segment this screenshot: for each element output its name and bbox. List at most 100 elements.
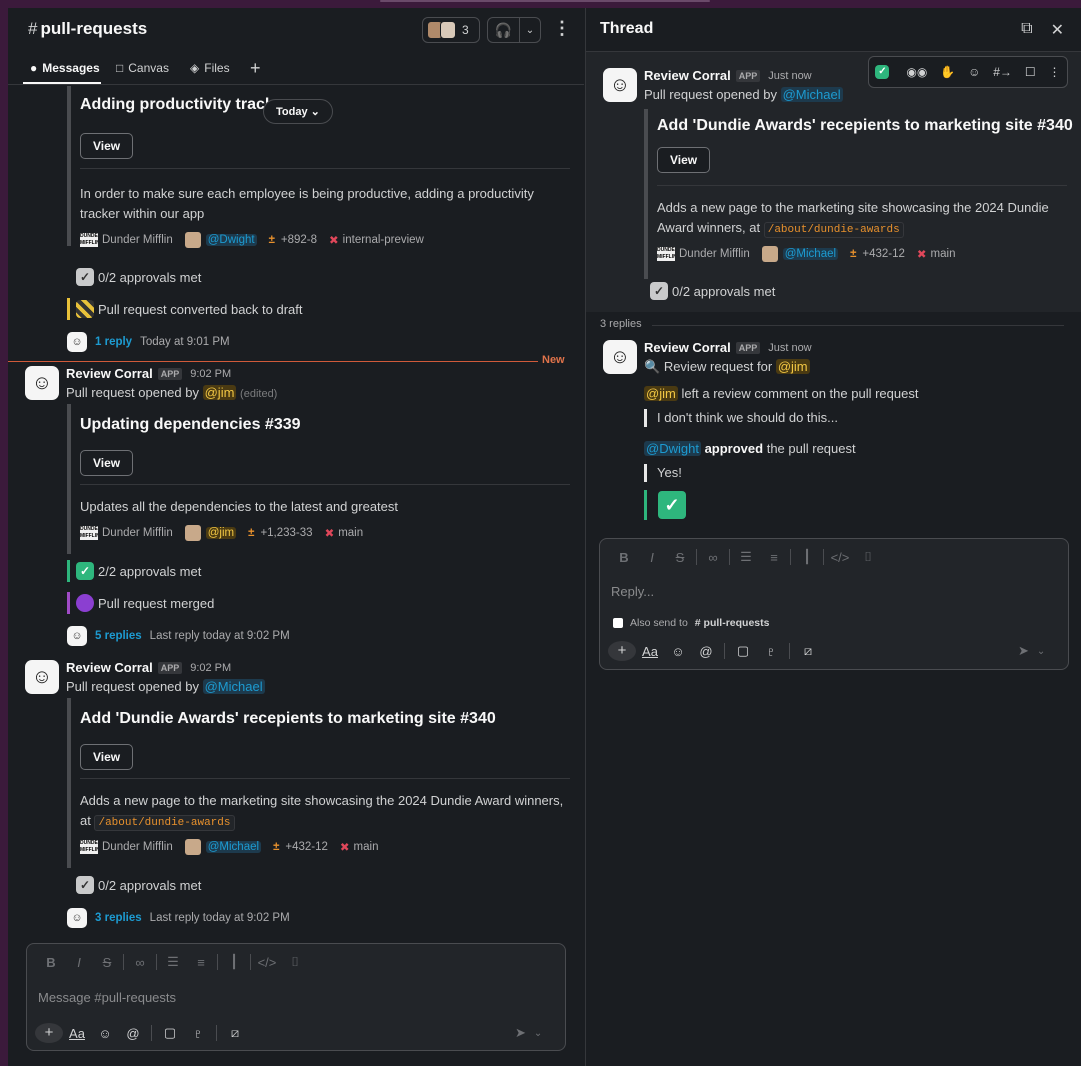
thread-title: Thread [600,20,654,37]
author-mention[interactable]: @Michael [782,248,839,260]
avatar [184,525,201,541]
code-block-icon[interactable]: ⌷ [854,549,882,565]
replies-link[interactable]: 1 reply [95,336,132,348]
user-mention[interactable]: @jim [775,359,810,374]
message-input[interactable]: Message #pull-requests [38,990,176,1005]
code-snippet: /about/dundie-awards [94,815,235,831]
more-options-icon[interactable]: ⋮ [553,18,571,39]
timestamp[interactable]: Just now [768,70,811,82]
user-mention[interactable]: @Michael [780,87,843,102]
thread-replies[interactable]: ☺ 3 replies Last reply today at 9:02 PM [67,908,290,928]
reply-input[interactable]: Reply... [611,584,654,599]
link-icon[interactable]: ∞ [699,550,727,565]
strikethrough-icon[interactable]: S [666,550,694,565]
huddle-button[interactable]: 🎧 ⌄ [487,17,541,43]
code-icon[interactable]: </> [826,550,854,565]
add-icon[interactable]: + [608,641,636,661]
view-button[interactable]: View [80,133,134,159]
also-send-option[interactable]: Also send to # pull-requests [613,617,769,629]
sender-name[interactable]: Review Corral APP Just now [644,68,812,83]
app-badge: APP [735,341,761,354]
ordered-list-icon[interactable]: ☰ [732,549,760,565]
author-mention[interactable]: @Michael [205,841,262,853]
video-icon[interactable]: ▢ [729,643,757,659]
microphone-icon[interactable]: ♇ [757,644,785,659]
replies-link[interactable]: 5 replies [95,630,142,642]
close-icon[interactable]: ✕ [1051,20,1064,40]
author-mention[interactable]: @jim [205,527,237,539]
date-divider-pill[interactable]: Today ⌄ [263,99,333,124]
author-mention[interactable]: @Dwight [205,234,257,246]
code-icon[interactable]: </> [253,955,281,970]
microphone-icon[interactable]: ♇ [184,1026,212,1041]
bold-icon[interactable]: B [37,955,65,970]
bulleted-list-icon[interactable]: ≡ [760,550,788,565]
italic-icon[interactable]: I [65,955,93,970]
text-format-icon[interactable]: Aa [63,1026,91,1041]
italic-icon[interactable]: I [638,550,666,565]
title-drag-bar[interactable] [380,0,710,2]
text-format-icon[interactable]: Aa [636,644,664,659]
view-button[interactable]: View [80,744,134,770]
shortcut-icon[interactable]: ⧄ [794,643,822,659]
bot-avatar-icon[interactable]: ☺ [603,68,637,102]
tab-messages[interactable]: ● Messages [30,61,100,75]
thread-replies[interactable]: ☺ 5 replies Last reply today at 9:02 PM [67,626,290,646]
pr-title[interactable]: Updating dependencies #339 [80,416,301,434]
timestamp[interactable]: Just now [768,342,811,354]
mention-icon[interactable]: @ [119,1026,147,1041]
members-button[interactable]: 3 [422,17,480,43]
chevron-down-icon[interactable]: ⌄ [534,1028,542,1039]
divider [80,778,570,779]
pop-out-icon[interactable]: ⧉ [1021,20,1032,40]
send-icon[interactable]: ➤ [515,1025,526,1041]
mention-icon[interactable]: @ [692,644,720,659]
add-tab-icon[interactable]: + [250,58,261,79]
tab-canvas[interactable]: □ Canvas [116,61,169,75]
ordered-list-icon[interactable]: ☰ [159,954,187,970]
blockquote-icon[interactable]: ┃ [220,954,248,970]
sender-name[interactable]: Review Corral APP 9:02 PM [66,660,231,675]
chevron-down-icon[interactable]: ⌄ [520,25,540,36]
chevron-down-icon[interactable]: ⌄ [1037,646,1045,657]
timestamp[interactable]: 9:02 PM [190,662,231,674]
also-send-checkbox[interactable] [613,618,623,628]
bot-avatar-icon[interactable]: ☺ [25,660,59,694]
pr-title[interactable]: Add 'Dundie Awards' recepients to market… [80,710,496,728]
sender-name[interactable]: Review Corral APP 9:02 PM [66,366,231,381]
shortcut-icon[interactable]: ⧄ [221,1025,249,1041]
tab-files[interactable]: ◈ Files [190,61,230,75]
pr-title[interactable]: Adding productivity track [80,96,274,114]
bold-icon[interactable]: B [610,550,638,565]
user-mention[interactable]: @jim [644,386,678,401]
bulleted-list-icon[interactable]: ≡ [187,955,215,970]
emoji-icon[interactable]: ☺ [664,644,692,659]
view-button[interactable]: View [657,147,711,173]
user-mention[interactable]: @Dwight [644,441,701,456]
pr-title[interactable]: Add 'Dundie Awards' recepients to market… [657,117,1073,135]
message-list[interactable]: Adding productivity track View In order … [8,86,584,946]
video-icon[interactable]: ▢ [156,1025,184,1041]
blockquote-icon[interactable]: ┃ [793,549,821,565]
timestamp[interactable]: 9:02 PM [190,368,231,380]
bot-avatar-icon[interactable]: ☺ [603,340,637,374]
sender-name[interactable]: Review Corral APP Just now [644,340,812,355]
view-button[interactable]: View [80,450,134,476]
message-header: ☺ Review Corral APP Just now 🔍 Review requ… [603,340,1081,380]
user-mention[interactable]: @Michael [202,679,265,694]
user-mention[interactable]: @jim [202,385,237,400]
thread-replies[interactable]: ☺ 1 reply Today at 9:01 PM [67,332,230,352]
status-line: Pull request merged [67,592,214,614]
channel-title[interactable]: # pull-requests [28,19,147,39]
link-icon[interactable]: ∞ [126,955,154,970]
code-block-icon[interactable]: ⌷ [281,954,309,970]
add-icon[interactable]: + [35,1023,63,1043]
checkmark-icon: ✓ [76,876,94,894]
bot-avatar-icon[interactable]: ☺ [25,366,59,400]
avatar [184,839,201,855]
send-icon[interactable]: ➤ [1018,643,1029,659]
emoji-icon[interactable]: ☺ [91,1026,119,1041]
replies-link[interactable]: 3 replies [95,912,142,924]
strikethrough-icon[interactable]: S [93,955,121,970]
headphones-icon[interactable]: 🎧 [488,18,520,42]
